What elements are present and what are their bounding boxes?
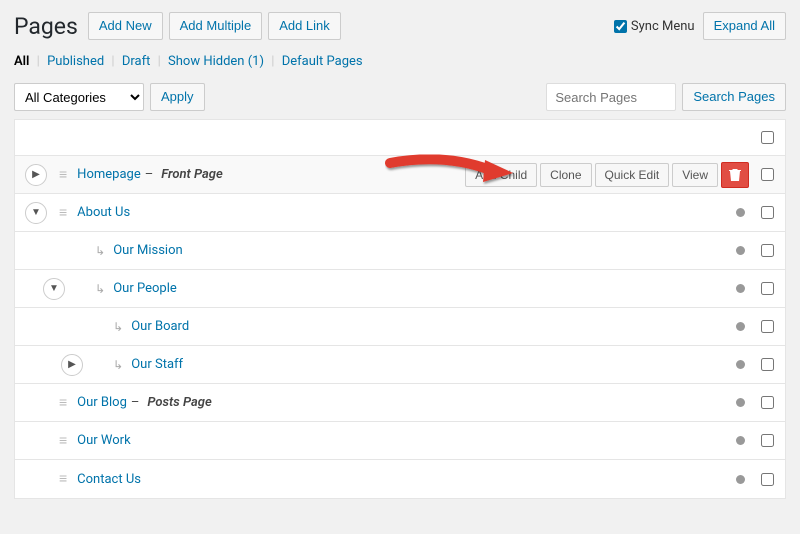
table-row: ≡ Our Blog – Posts Page <box>15 384 785 422</box>
drag-handle-icon[interactable]: ≡ <box>59 206 67 220</box>
child-indicator-icon: ↳ <box>113 320 123 334</box>
add-child-button[interactable]: Add Child <box>465 163 537 187</box>
filter-default-pages[interactable]: Default Pages <box>282 54 363 69</box>
status-dot <box>736 360 745 369</box>
child-indicator-icon: ↳ <box>113 358 123 372</box>
filter-links: All | Published | Draft | Show Hidden (1… <box>14 54 786 69</box>
drag-handle-icon[interactable]: ≡ <box>59 472 67 486</box>
page-suffix: Posts Page <box>147 395 211 410</box>
select-all-checkbox[interactable] <box>761 131 774 144</box>
status-dot <box>736 436 745 445</box>
drag-handle-icon[interactable]: ≡ <box>59 168 67 182</box>
filter-draft[interactable]: Draft <box>122 54 151 69</box>
table-row: ▶ ≡ ↳ Our Staff <box>15 346 785 384</box>
page-link[interactable]: Homepage <box>77 167 141 182</box>
drag-handle-icon[interactable]: ≡ <box>59 434 67 448</box>
search-button[interactable]: Search Pages <box>682 83 786 111</box>
add-link-button[interactable]: Add Link <box>268 12 341 40</box>
table-header <box>15 120 785 156</box>
filter-published[interactable]: Published <box>47 54 104 69</box>
table-row: ▼ ≡ About Us <box>15 194 785 232</box>
status-dot <box>736 475 745 484</box>
sync-menu-label[interactable]: Sync Menu <box>614 19 695 34</box>
row-checkbox[interactable] <box>761 358 774 371</box>
view-button[interactable]: View <box>672 163 718 187</box>
page-link[interactable]: Our Staff <box>131 357 183 372</box>
table-row: ≡ ↳ Our Board <box>15 308 785 346</box>
page-link[interactable]: Our Mission <box>113 243 182 258</box>
add-multiple-button[interactable]: Add Multiple <box>169 12 263 40</box>
child-indicator-icon: ↳ <box>95 244 105 258</box>
status-dot <box>736 322 745 331</box>
row-checkbox[interactable] <box>761 473 774 486</box>
category-select[interactable]: All Categories <box>14 83 144 111</box>
child-indicator-icon: ↳ <box>95 282 105 296</box>
page-title: Pages <box>14 13 78 40</box>
page-link[interactable]: About Us <box>77 205 130 220</box>
page-link[interactable]: Our Blog <box>77 395 127 410</box>
page-link[interactable]: Our Board <box>131 319 189 334</box>
pages-table: ▶ ≡ Homepage – Front Page Add Child Clon… <box>14 119 786 499</box>
filter-all[interactable]: All <box>14 54 29 69</box>
filter-show-hidden[interactable]: Show Hidden (1) <box>168 54 264 69</box>
status-dot <box>736 398 745 407</box>
expand-toggle[interactable]: ▶ <box>61 354 83 376</box>
row-checkbox[interactable] <box>761 434 774 447</box>
table-row: ≡ ↳ Our Mission <box>15 232 785 270</box>
row-checkbox[interactable] <box>761 282 774 295</box>
status-dot <box>736 208 745 217</box>
add-new-button[interactable]: Add New <box>88 12 163 40</box>
drag-handle-icon[interactable]: ≡ <box>59 396 67 410</box>
status-dot <box>736 284 745 293</box>
table-row: ≡ Our Work <box>15 422 785 460</box>
row-checkbox[interactable] <box>761 206 774 219</box>
trash-icon <box>729 168 741 182</box>
sync-menu-checkbox[interactable] <box>614 20 627 33</box>
table-row: ≡ Contact Us <box>15 460 785 498</box>
collapse-toggle[interactable]: ▼ <box>25 202 47 224</box>
row-checkbox[interactable] <box>761 244 774 257</box>
page-suffix: Front Page <box>161 167 223 182</box>
page-link[interactable]: Our People <box>113 281 177 296</box>
quick-edit-button[interactable]: Quick Edit <box>595 163 670 187</box>
row-checkbox[interactable] <box>761 168 774 181</box>
row-checkbox[interactable] <box>761 320 774 333</box>
expand-all-button[interactable]: Expand All <box>703 12 786 40</box>
apply-button[interactable]: Apply <box>150 83 205 111</box>
status-dot <box>736 246 745 255</box>
page-link[interactable]: Our Work <box>77 433 131 448</box>
trash-button[interactable] <box>721 162 749 188</box>
clone-button[interactable]: Clone <box>540 163 591 187</box>
page-link[interactable]: Contact Us <box>77 472 141 487</box>
collapse-toggle[interactable]: ▼ <box>43 278 65 300</box>
table-row: ▶ ≡ Homepage – Front Page Add Child Clon… <box>15 156 785 194</box>
row-checkbox[interactable] <box>761 396 774 409</box>
search-input[interactable] <box>546 83 676 111</box>
table-row: ▼ ≡ ↳ Our People <box>15 270 785 308</box>
expand-toggle[interactable]: ▶ <box>25 164 47 186</box>
